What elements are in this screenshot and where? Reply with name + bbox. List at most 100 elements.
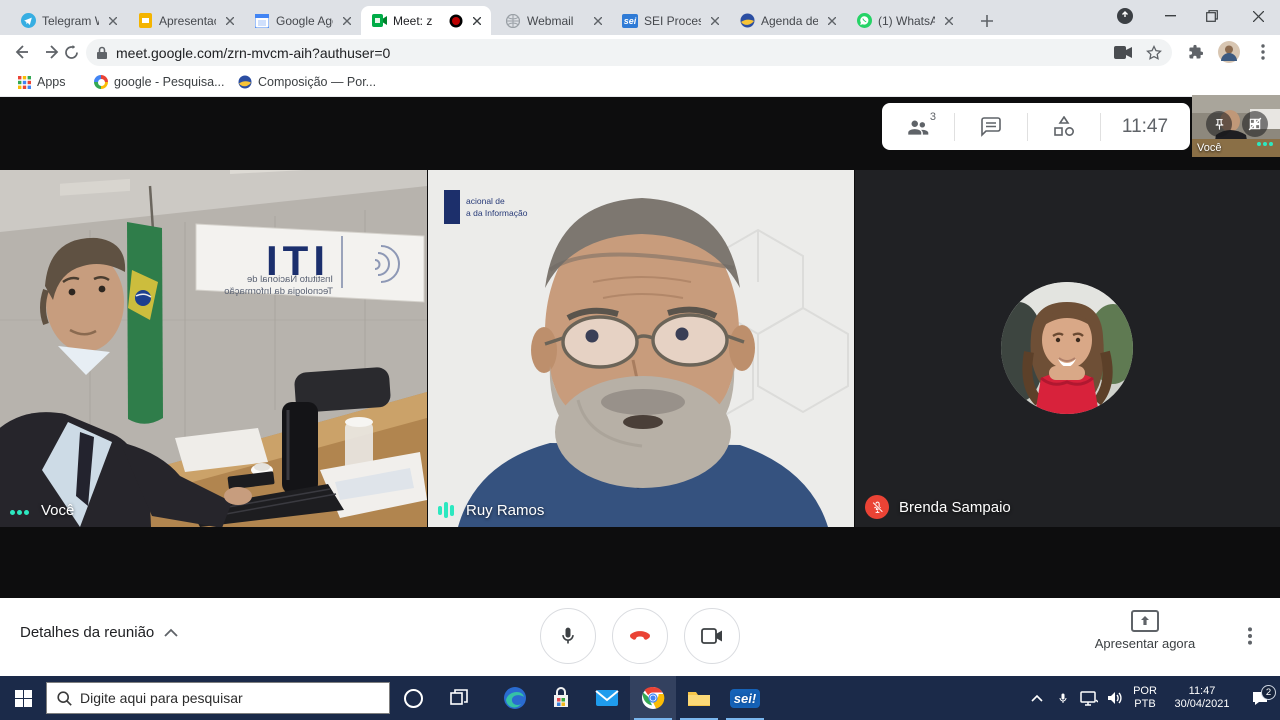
tab-label: Agenda de [761, 14, 818, 28]
tab-agenda[interactable]: Agenda de [729, 6, 846, 35]
taskbar-search-box[interactable] [46, 682, 390, 714]
whatsapp-icon [856, 13, 872, 29]
brenda-avatar [1001, 282, 1133, 414]
tray-chevron-icon[interactable] [1024, 694, 1050, 702]
extensions-puzzle-icon[interactable] [1182, 39, 1208, 65]
sei-icon-text: sei [624, 16, 637, 26]
video-tile-ruy[interactable]: acional de a da Informação [428, 170, 854, 527]
bookmark-label: Apps [37, 75, 66, 89]
chrome-taskbar-icon[interactable] [630, 676, 676, 720]
ruy-video: acional de a da Informação [428, 170, 854, 527]
edge-icon[interactable] [492, 676, 538, 720]
video-tile-brenda[interactable]: Brenda Sampaio [855, 170, 1280, 527]
tab-close-icon[interactable] [590, 13, 606, 29]
tray-clock[interactable]: 11:47 30/04/2021 [1170, 685, 1234, 711]
new-tab-button[interactable] [975, 9, 999, 33]
hangup-button[interactable] [612, 608, 668, 664]
voce-video: ITI Instituto Nacional de Tecnologia da … [0, 170, 427, 527]
sei-taskbar-icon[interactable]: sei! [722, 676, 768, 720]
tab-close-icon[interactable] [339, 13, 355, 29]
webmail-icon [505, 13, 521, 29]
tray-mic-icon[interactable] [1050, 690, 1076, 707]
participants-button[interactable]: 3 [882, 103, 954, 150]
tab-close-icon[interactable] [105, 13, 121, 29]
activities-button[interactable] [1028, 103, 1100, 150]
tab-telegram[interactable]: Telegram W [10, 6, 127, 35]
browser-profile-badge-icon[interactable] [1105, 0, 1145, 32]
tab-google-agenda[interactable]: Google Age [244, 6, 361, 35]
tab-meet-active[interactable]: Meet: z [361, 6, 491, 35]
file-explorer-icon[interactable] [676, 676, 722, 720]
mail-icon[interactable] [584, 676, 630, 720]
google-g-icon [94, 75, 108, 89]
video-tile-voce[interactable]: ITI Instituto Nacional de Tecnologia da … [0, 170, 427, 527]
videocam-icon [701, 628, 723, 644]
tray-volume-icon[interactable] [1102, 691, 1128, 705]
pin-icon[interactable] [1206, 111, 1232, 137]
meet-top-toolbar: 3 11:47 [882, 103, 1190, 150]
start-button[interactable] [0, 676, 46, 720]
participant-name: Você [41, 502, 74, 519]
iti-logo-line1: acional de [466, 196, 505, 206]
tray-time: 11:47 [1170, 685, 1234, 698]
tab-label: Webmail [527, 14, 584, 28]
present-now-button[interactable]: Apresentar agora [1082, 610, 1208, 651]
browser-menu-icon[interactable] [1250, 39, 1276, 65]
tab-close-icon[interactable] [824, 13, 840, 29]
tab-close-icon[interactable] [941, 13, 957, 29]
tray-network-icon[interactable] [1076, 691, 1102, 706]
tray-language[interactable]: POR PTB [1128, 685, 1162, 711]
window-minimize-button[interactable] [1150, 0, 1190, 32]
bookmark-label: Composição — Por... [258, 75, 376, 89]
calendar-icon [254, 13, 270, 29]
tab-label: (1) WhatsA [878, 14, 935, 28]
sei-taskbar-label: sei! [730, 689, 760, 708]
reload-button[interactable] [58, 39, 84, 65]
tab-close-icon[interactable] [707, 13, 723, 29]
tab-webmail[interactable]: Webmail [495, 6, 612, 35]
tab-sei[interactable]: sei SEI Proces [612, 6, 729, 35]
back-button[interactable] [8, 39, 34, 65]
mic-toggle-button[interactable] [540, 608, 596, 664]
iti-sign-line1: Instituto Nacional de [247, 274, 333, 285]
window-close-button[interactable] [1238, 0, 1278, 32]
tab-apresentacao[interactable]: Apresentaçã [127, 6, 244, 35]
browser-address-bar: meet.google.com/zrn-mvcm-aih?authuser=0 [0, 35, 1280, 68]
action-center-icon[interactable]: 2 [1240, 690, 1280, 706]
meet-stage: 3 11:47 [0, 97, 1280, 598]
tab-close-icon[interactable] [469, 13, 485, 29]
browser-avatar[interactable] [1216, 39, 1242, 65]
bookmark-composicao[interactable]: Composição — Por... [232, 71, 382, 93]
mic-muted-icon [865, 495, 889, 519]
selfview-thumbnail[interactable]: Você [1192, 95, 1280, 157]
url-text: meet.google.com/zrn-mvcm-aih?authuser=0 [116, 45, 1106, 61]
participant-count: 3 [930, 111, 936, 123]
store-icon[interactable] [538, 676, 584, 720]
bookmark-star-icon[interactable] [1146, 45, 1162, 61]
chat-button[interactable] [955, 103, 1027, 150]
search-input[interactable] [80, 690, 379, 706]
tab-label: Apresentaçã [159, 14, 216, 28]
browser-tab-strip: Telegram W Apresentaçã Google Age Meet: … [0, 0, 1280, 35]
tab-camera-indicator-icon[interactable] [1114, 46, 1132, 59]
cortana-button[interactable] [390, 676, 436, 720]
meeting-details-button[interactable]: Detalhes da reunião [20, 624, 178, 641]
bookmark-google-pesquisa[interactable]: google - Pesquisa... [88, 71, 231, 93]
window-restore-button[interactable] [1192, 0, 1232, 32]
more-options-icon[interactable] [1240, 622, 1260, 650]
tab-label: SEI Proces [644, 14, 701, 28]
tab-label: Meet: z [393, 14, 443, 28]
participant-name: Brenda Sampaio [899, 499, 1011, 516]
bookmark-apps[interactable]: Apps [12, 71, 72, 93]
hangup-icon [627, 623, 653, 649]
padlock-icon [96, 46, 108, 60]
camera-toggle-button[interactable] [684, 608, 740, 664]
tab-whatsapp[interactable]: (1) WhatsA [846, 6, 963, 35]
desktop: Telegram W Apresentaçã Google Age Meet: … [0, 0, 1280, 720]
slides-icon [137, 13, 153, 29]
search-icon [57, 691, 72, 706]
url-omnibox[interactable]: meet.google.com/zrn-mvcm-aih?authuser=0 [86, 39, 1172, 66]
tab-close-icon[interactable] [222, 13, 238, 29]
task-view-button[interactable] [436, 676, 482, 720]
tile-namebar: Você [10, 502, 74, 519]
